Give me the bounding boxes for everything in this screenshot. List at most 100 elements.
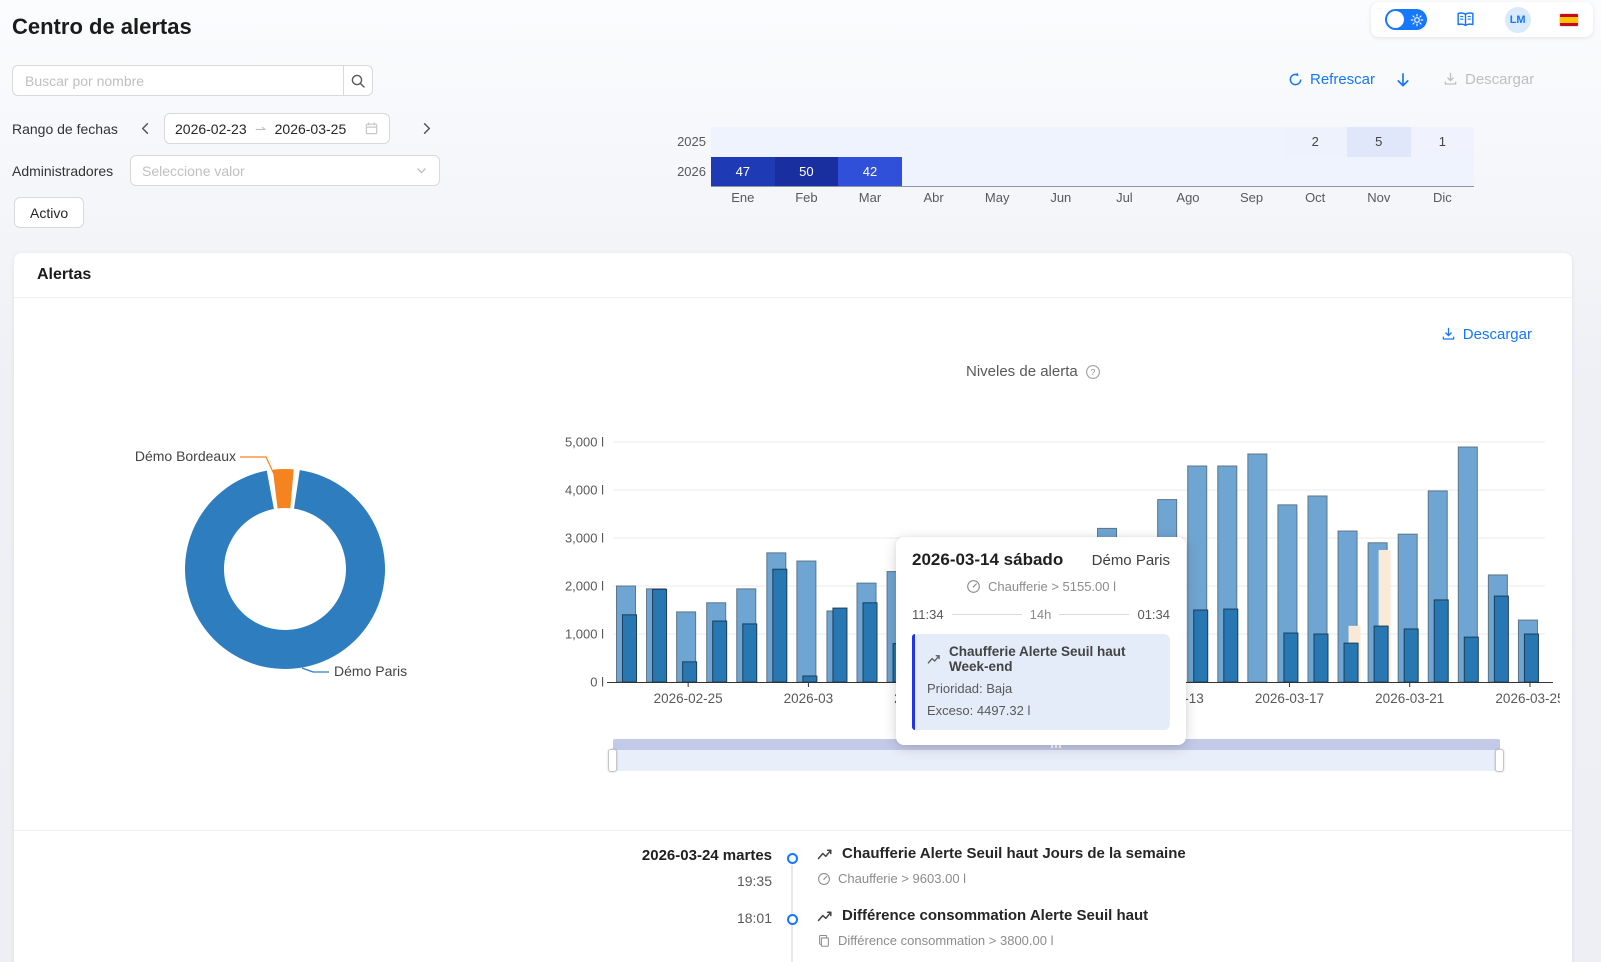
heatmap-cell-2025-May[interactable] xyxy=(965,127,1029,157)
heatmap-cell-2025-Nov[interactable]: 5 xyxy=(1347,127,1411,157)
chart-title: Niveles de alerta xyxy=(966,363,1078,380)
heatmap-cell-2026-Ene[interactable]: 47 xyxy=(711,157,775,187)
tooltip-date: 2026-03-14 sábado xyxy=(912,550,1063,570)
refresh-button[interactable]: Refrescar xyxy=(1288,71,1375,88)
bar-2026-03-03[interactable] xyxy=(863,603,877,682)
heatmap-cell-2025-Jul[interactable] xyxy=(1093,127,1157,157)
heatmap-cell-2026-Feb[interactable]: 50 xyxy=(775,157,839,187)
y-axis-tick-label: 2,000 l xyxy=(565,579,604,594)
copy-icon xyxy=(817,934,831,948)
month-heatmap: 20252512026475042EneFebMarAbrMayJunJulAg… xyxy=(668,127,1480,211)
datazoom-left-handle[interactable] xyxy=(608,749,617,772)
x-axis-tick-label: 2026-03-17 xyxy=(1255,691,1324,706)
date-range-label: Rango de fechas xyxy=(12,121,118,137)
bar-2026-03-25[interactable] xyxy=(1524,634,1538,682)
timeline-entry-title[interactable]: Différence consommation Alerte Seuil hau… xyxy=(817,907,1148,924)
heatmap-cell-2025-Feb[interactable] xyxy=(775,127,839,157)
bar-2026-03-23[interactable] xyxy=(1464,637,1478,682)
pie-label-line xyxy=(240,457,274,474)
gauge-icon xyxy=(817,872,831,886)
search-icon xyxy=(350,73,366,89)
bar-2026-02-24[interactable] xyxy=(653,589,667,682)
bar-2026-03-16[interactable] xyxy=(1248,454,1267,682)
timeline-entry-subtitle: Différence consommation > 3800.00 l xyxy=(817,933,1053,948)
bar-2026-02-26[interactable] xyxy=(713,621,727,682)
y-axis-tick-label: 3,000 l xyxy=(565,531,604,546)
heatmap-cell-2026-Sep[interactable] xyxy=(1220,157,1284,187)
bar-2026-02-23[interactable] xyxy=(623,615,637,682)
download-button-disabled[interactable]: Descargar xyxy=(1443,71,1534,88)
bar-2026-03-02[interactable] xyxy=(833,608,847,682)
search-button[interactable] xyxy=(343,65,373,96)
search-input[interactable] xyxy=(12,65,343,96)
timeline-node xyxy=(787,914,798,925)
refresh-icon xyxy=(1288,72,1303,87)
bar-2026-02-25[interactable] xyxy=(683,662,697,682)
language-flag-spain[interactable] xyxy=(1559,13,1579,27)
user-avatar[interactable]: LM xyxy=(1505,7,1531,33)
heatmap-cell-2026-Jun[interactable] xyxy=(1029,157,1093,187)
heatmap-cell-2025-Sep[interactable] xyxy=(1220,127,1284,157)
heatmap-cell-2026-May[interactable] xyxy=(965,157,1029,187)
tooltip-priority: Prioridad: Baja xyxy=(927,681,1158,696)
timeline-entry-date: 2026-03-24 martes xyxy=(414,847,772,864)
documentation-book-icon[interactable] xyxy=(1455,11,1476,28)
timeline-entry-title[interactable]: Chaufferie Alerte Seuil haut Jours de la… xyxy=(817,845,1186,862)
active-filter-button[interactable]: Activo xyxy=(14,197,84,228)
y-axis-tick-label: 5,000 l xyxy=(565,435,604,450)
heatmap-cell-2025-Ene[interactable] xyxy=(711,127,775,157)
heatmap-month-label: Mar xyxy=(838,190,902,205)
admins-select[interactable]: Seleccione valor xyxy=(130,155,440,186)
bar-2026-02-28[interactable] xyxy=(773,569,787,682)
timeline-entry-time: 19:35 xyxy=(414,873,772,889)
bar-2026-03-21[interactable] xyxy=(1404,629,1418,682)
date-range-picker[interactable]: 2026-02-23 2026-03-25 xyxy=(164,113,390,144)
bar-2026-02-27[interactable] xyxy=(743,624,757,682)
bar-2026-03-24[interactable] xyxy=(1494,596,1508,682)
heatmap-year-label: 2025 xyxy=(668,127,706,157)
heatmap-cell-2025-Dic[interactable]: 1 xyxy=(1411,127,1475,157)
heatmap-cell-2025-Jun[interactable] xyxy=(1029,127,1093,157)
heatmap-cell-2025-Mar[interactable] xyxy=(838,127,902,157)
heatmap-cell-2026-Nov[interactable] xyxy=(1347,157,1411,187)
alert-sites-donut-chart[interactable]: Démo BordeauxDémo Paris xyxy=(100,430,470,688)
bar-2026-03-14[interactable] xyxy=(1194,610,1208,682)
heatmap-cell-2026-Abr[interactable] xyxy=(902,157,966,187)
section-divider xyxy=(14,830,1572,831)
heatmap-cell-2025-Ago[interactable] xyxy=(1156,127,1220,157)
next-range-button[interactable] xyxy=(419,121,434,136)
tooltip-excess: Exceso: 4497.32 l xyxy=(927,703,1158,718)
timeline-entry-subtitle-text: Différence consommation > 3800.00 l xyxy=(838,933,1053,948)
heatmap-cell-2026-Oct[interactable] xyxy=(1283,157,1347,187)
heatmap-cell-2026-Mar[interactable]: 42 xyxy=(838,157,902,187)
bar-2026-03-15[interactable] xyxy=(1224,609,1238,682)
bar-2026-03-18[interactable] xyxy=(1314,634,1328,682)
chart-download-link[interactable]: Descargar xyxy=(1441,326,1532,343)
bar-2026-03-20[interactable] xyxy=(1374,626,1388,682)
help-icon[interactable]: ? xyxy=(1085,364,1101,380)
theme-toggle[interactable] xyxy=(1385,9,1427,30)
bar-2026-03-17[interactable] xyxy=(1284,633,1298,682)
search-bar xyxy=(12,65,373,96)
tooltip-time-start: 11:34 xyxy=(912,607,944,622)
arrow-down-icon xyxy=(1394,71,1412,89)
bar-2026-03-01[interactable] xyxy=(803,676,817,682)
y-axis-tick-label: 4,000 l xyxy=(565,483,604,498)
datazoom-window[interactable] xyxy=(613,750,1500,771)
download-icon xyxy=(1443,72,1458,87)
bar-2026-03-22[interactable] xyxy=(1434,600,1448,682)
heatmap-cell-2026-Dic[interactable] xyxy=(1411,157,1475,187)
gauge-icon xyxy=(966,579,981,594)
bar-2026-03-19[interactable] xyxy=(1344,643,1358,682)
heatmap-cell-2026-Jul[interactable] xyxy=(1093,157,1157,187)
previous-range-button[interactable] xyxy=(138,121,153,136)
pie-slice-demo-bordeaux[interactable] xyxy=(273,469,294,508)
collapse-arrow-button[interactable] xyxy=(1394,71,1412,89)
heatmap-cell-2025-Oct[interactable]: 2 xyxy=(1283,127,1347,157)
heatmap-cell-2025-Abr[interactable] xyxy=(902,127,966,157)
chevron-right-icon xyxy=(419,121,434,136)
bar-2026-03-01[interactable] xyxy=(797,561,816,682)
datazoom-right-handle[interactable] xyxy=(1495,749,1504,772)
heatmap-cell-2026-Ago[interactable] xyxy=(1156,157,1220,187)
alerts-card: Alertas Descargar Niveles de alerta ? Dé… xyxy=(14,253,1572,962)
